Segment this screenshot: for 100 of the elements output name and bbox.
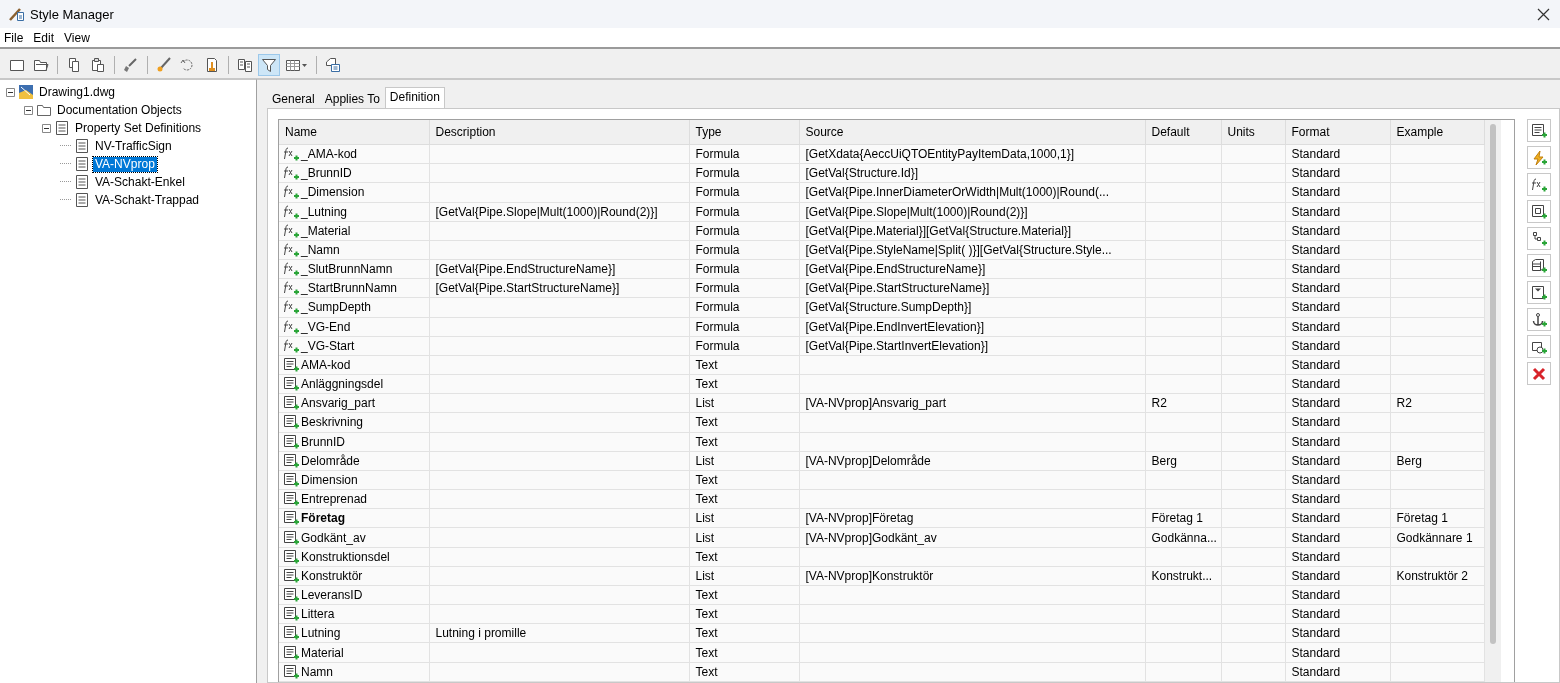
table-cell: Text xyxy=(695,588,718,603)
column-header[interactable]: Format xyxy=(1285,120,1390,145)
tree-add-button[interactable] xyxy=(1527,227,1551,250)
table-cell: Standard xyxy=(1291,588,1341,603)
sync-icon xyxy=(180,56,196,73)
column-header[interactable]: Type xyxy=(689,120,799,145)
table-cell: Lutning i promille xyxy=(435,626,527,641)
property-name: Anläggningsdel xyxy=(301,377,384,392)
tab[interactable]: Definition xyxy=(384,87,445,108)
anchor-add-button[interactable] xyxy=(1527,308,1551,331)
table-cell: Standard xyxy=(1291,319,1341,334)
property-name: Material xyxy=(301,645,344,660)
screen-add-button[interactable] xyxy=(1527,335,1551,358)
tree-item[interactable]: Property Set Definitions xyxy=(73,120,204,136)
table-cell: Standard xyxy=(1291,242,1341,257)
layers-add-button[interactable] xyxy=(1527,254,1551,277)
formula-icon xyxy=(283,241,299,258)
tab[interactable]: Applies To xyxy=(319,89,385,108)
formula-icon xyxy=(283,222,299,239)
tree-item[interactable]: Documentation Objects xyxy=(55,102,184,118)
column-header[interactable]: Units xyxy=(1221,120,1285,145)
property-name: Konstruktör xyxy=(301,568,363,583)
scrollbar-thumb[interactable] xyxy=(1489,124,1496,644)
layers-add-icon xyxy=(1531,257,1547,274)
delete-icon xyxy=(1531,365,1547,382)
document-brush-icon xyxy=(204,56,220,73)
table-cell: Standard xyxy=(1291,607,1341,622)
table-cell: Standard xyxy=(1291,185,1341,200)
formula-add-button[interactable] xyxy=(1527,173,1551,196)
property-name: BrunnID xyxy=(301,434,346,449)
property-name: Företag xyxy=(301,511,345,526)
table-cell: [GetVal{Pipe.StyleName|Split( )}][GetVal{Structure.Style... xyxy=(805,242,1112,257)
column-header[interactable]: Default xyxy=(1145,120,1221,145)
property-name: Ansvarig_part xyxy=(301,396,376,411)
collapse-icon[interactable] xyxy=(42,123,51,133)
table-cell: [GetVal{Pipe.EndStructureName}] xyxy=(435,262,616,277)
formula-add-icon xyxy=(1531,176,1547,193)
table-cell: Konstrukt... xyxy=(1151,568,1213,583)
formula-icon xyxy=(283,203,299,220)
tree-add-icon xyxy=(1531,230,1547,247)
menu-item[interactable]: File xyxy=(0,30,30,45)
column-header[interactable]: Description xyxy=(429,120,689,145)
brush-icon xyxy=(123,56,139,73)
property-name: _Material xyxy=(301,223,351,238)
table-cell: [VA-NVprop]Konstruktör xyxy=(805,568,934,583)
table-cell: [GetVal{Pipe.StartInvertElevation}] xyxy=(805,338,989,353)
table-cell: Text xyxy=(695,473,718,487)
tree-item[interactable]: VA-Schakt-Enkel xyxy=(93,174,187,190)
column-header[interactable]: Example xyxy=(1390,120,1484,145)
tree-item[interactable]: Drawing1.dwg xyxy=(37,84,118,100)
table-cell: Formula xyxy=(695,223,740,238)
location-add-button[interactable] xyxy=(1527,200,1551,223)
table-cell: Standard xyxy=(1291,147,1341,162)
collapse-icon[interactable] xyxy=(24,105,33,115)
table-cell: Standard xyxy=(1291,549,1341,564)
property-name: _VG-End xyxy=(301,319,351,334)
property-set-icon xyxy=(325,56,341,73)
drawing-file-icon xyxy=(18,84,34,100)
table-cell: Formula xyxy=(695,242,740,257)
collapse-icon[interactable] xyxy=(6,87,15,97)
table-cell: Standard xyxy=(1291,511,1341,526)
property-name: Godkänt_av xyxy=(301,530,366,545)
formula-icon xyxy=(283,299,299,316)
list-add-button[interactable] xyxy=(1527,119,1551,142)
table-cell: Standard xyxy=(1291,338,1341,353)
formula-icon xyxy=(283,261,299,278)
list-icon xyxy=(74,156,90,172)
table-cell: R2 xyxy=(1151,396,1167,411)
column-header[interactable]: Source xyxy=(799,120,1145,145)
list-icon xyxy=(54,120,70,136)
tree-item[interactable]: NV-TrafficSign xyxy=(93,138,174,154)
lightning-add-icon xyxy=(1531,149,1547,166)
filter-button[interactable] xyxy=(258,53,280,76)
tree-item[interactable]: VA-NVprop xyxy=(93,156,157,172)
property-name: AMA-kod xyxy=(301,357,351,372)
table-cell: Text xyxy=(695,357,718,372)
property-name: _BrunnID xyxy=(301,166,352,181)
table-cell: [VA-NVprop]Godkänt_av xyxy=(805,530,937,545)
table-cell: Standard xyxy=(1291,473,1341,487)
table-cell: [GetXdata{AeccUiQTOEntityPayItemData,1000,1}] xyxy=(805,147,1075,162)
copy-icon xyxy=(66,56,82,73)
table-cell: [GetVal{Pipe.Material}][GetVal{Structure.Material}] xyxy=(805,223,1072,238)
table-cell: List xyxy=(695,511,715,526)
anchor-add-icon xyxy=(1531,311,1547,328)
table-cell: [GetVal{Pipe.StartStructureName}] xyxy=(435,281,620,296)
formula-icon xyxy=(283,280,299,297)
delete-button[interactable] xyxy=(1527,362,1551,385)
tab[interactable]: General xyxy=(267,89,320,108)
menu-item[interactable]: Edit xyxy=(29,30,61,45)
table-cell: [GetVal{Pipe.Slope|Mult(1000)|Round(2)}] xyxy=(805,204,1028,219)
close-icon[interactable] xyxy=(1536,6,1551,22)
menu-item[interactable]: View xyxy=(60,30,96,45)
folder-icon xyxy=(36,102,52,118)
table-cell: Formula xyxy=(695,319,740,334)
column-header[interactable]: Name xyxy=(279,120,429,145)
tree-item[interactable]: VA-Schakt-Trappad xyxy=(93,192,202,208)
frame-add-button[interactable] xyxy=(1527,281,1551,304)
table-cell: [VA-NVprop]Företag xyxy=(805,511,914,526)
table-cell: [GetVal{Pipe.StartStructureName}] xyxy=(805,281,990,296)
table-cell: Berg xyxy=(1151,453,1177,468)
